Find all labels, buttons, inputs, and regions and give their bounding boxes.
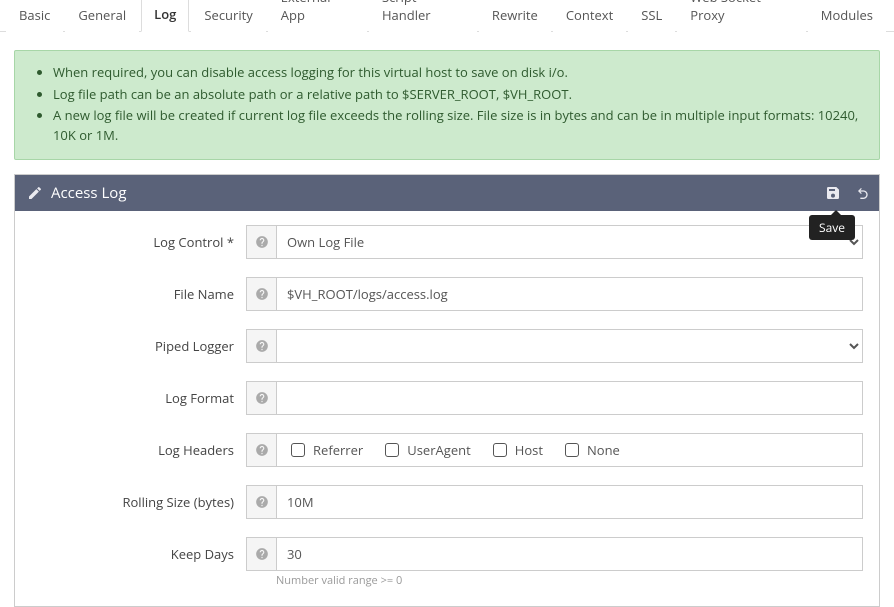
checkbox-label: None (587, 441, 620, 459)
tab-general[interactable]: General (65, 0, 139, 32)
tab-rewrite[interactable]: Rewrite (479, 0, 551, 32)
tab-script-handler[interactable]: Script Handler (369, 0, 477, 32)
log-headers-group: Referrer UserAgent Host None (276, 433, 863, 467)
panel-header: Access Log Save (15, 175, 879, 211)
checkbox-none[interactable]: None (561, 440, 620, 460)
log-format-input[interactable] (276, 381, 863, 415)
info-item: A new log file will be created if curren… (53, 106, 863, 145)
help-icon[interactable] (246, 225, 276, 259)
checkbox-input[interactable] (493, 443, 507, 457)
tab-context[interactable]: Context (553, 0, 626, 32)
tabs-bar: BasicGeneralLogSecurityExternal AppScrip… (0, 0, 894, 32)
label-keep-days: Keep Days (31, 545, 246, 563)
access-log-panel: Access Log Save Log Control * Own Log Fi… (14, 174, 880, 607)
help-icon[interactable] (246, 277, 276, 311)
checkbox-label: UserAgent (407, 441, 470, 459)
panel-title: Access Log (51, 183, 126, 203)
label-log-headers: Log Headers (31, 441, 246, 459)
row-log-headers: Log Headers Referrer UserAgent Host None (31, 433, 863, 467)
help-icon[interactable] (246, 381, 276, 415)
checkbox-host[interactable]: Host (489, 440, 543, 460)
checkbox-label: Host (515, 441, 543, 459)
rolling-size-input[interactable] (276, 485, 863, 519)
row-file-name: File Name (31, 277, 863, 311)
label-log-control: Log Control * (31, 233, 246, 251)
label-piped-logger: Piped Logger (31, 337, 246, 355)
help-icon[interactable] (246, 485, 276, 519)
checkbox-input[interactable] (565, 443, 579, 457)
row-log-format: Log Format (31, 381, 863, 415)
tab-ssl[interactable]: SSL (628, 0, 675, 32)
log-control-select[interactable]: Own Log File (276, 225, 863, 259)
tab-basic[interactable]: Basic (6, 0, 63, 32)
info-item: Log file path can be an absolute path or… (53, 85, 863, 105)
tab-modules[interactable]: Modules (808, 0, 886, 32)
row-keep-days: Keep Days (31, 537, 863, 571)
tab-log[interactable]: Log (141, 0, 189, 32)
help-icon[interactable] (246, 537, 276, 571)
checkbox-input[interactable] (385, 443, 399, 457)
tab-web-socket-proxy[interactable]: Web Socket Proxy (677, 0, 806, 32)
help-icon[interactable] (246, 433, 276, 467)
info-box: When required, you can disable access lo… (14, 50, 880, 160)
checkbox-referrer[interactable]: Referrer (287, 440, 363, 460)
keep-days-hint: Number valid range >= 0 (276, 573, 863, 588)
label-file-name: File Name (31, 285, 246, 303)
tab-external-app[interactable]: External App (268, 0, 367, 32)
checkbox-useragent[interactable]: UserAgent (381, 440, 470, 460)
label-rolling-size: Rolling Size (bytes) (31, 493, 246, 511)
checkbox-label: Referrer (313, 441, 363, 459)
keep-days-input[interactable] (276, 537, 863, 571)
save-icon[interactable] (825, 185, 841, 201)
row-piped-logger: Piped Logger (31, 329, 863, 363)
label-log-format: Log Format (31, 389, 246, 407)
help-icon[interactable] (246, 329, 276, 363)
panel-body: Log Control * Own Log File File Name Pip… (15, 211, 879, 606)
undo-icon[interactable] (855, 185, 871, 201)
edit-icon (27, 185, 43, 201)
file-name-input[interactable] (276, 277, 863, 311)
piped-logger-select[interactable] (276, 329, 863, 363)
row-rolling-size: Rolling Size (bytes) (31, 485, 863, 519)
checkbox-input[interactable] (291, 443, 305, 457)
row-log-control: Log Control * Own Log File (31, 225, 863, 259)
info-item: When required, you can disable access lo… (53, 63, 863, 83)
save-tooltip: Save (809, 215, 855, 240)
tab-security[interactable]: Security (191, 0, 265, 32)
